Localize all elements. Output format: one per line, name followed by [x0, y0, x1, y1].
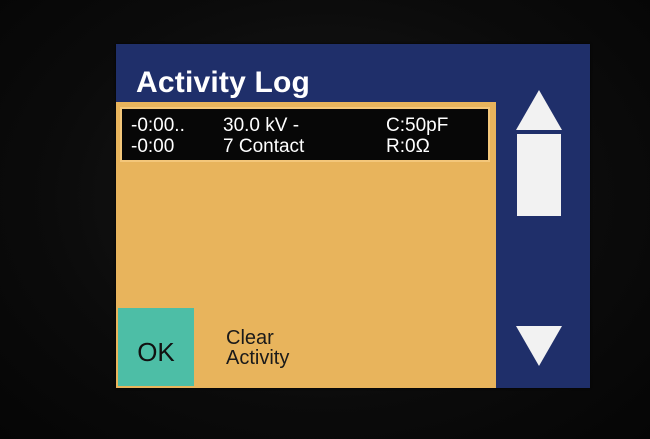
- scroll-down-icon[interactable]: [514, 324, 564, 368]
- log-entry-param-line: C:50pF: [386, 115, 449, 136]
- activity-log-panel: -0:00.. -0:00 30.0 kV - 7 Contact C:50pF…: [116, 102, 496, 388]
- ok-button[interactable]: OK: [118, 308, 194, 386]
- scrollbar[interactable]: [502, 88, 576, 388]
- page-title: Activity Log: [136, 66, 311, 99]
- clear-activity-button[interactable]: Clear Activity: [226, 328, 289, 368]
- log-entry[interactable]: -0:00.. -0:00 30.0 kV - 7 Contact C:50pF…: [120, 107, 490, 162]
- scroll-up-icon[interactable]: [514, 88, 564, 132]
- log-entry-event: 30.0 kV - 7 Contact: [223, 115, 304, 157]
- log-entry-params: C:50pF R:0Ω: [386, 115, 448, 157]
- log-entry-time-line: -0:00..: [131, 115, 185, 136]
- clear-activity-label-line: Clear: [226, 327, 274, 349]
- device-screen: Activity Log -0:00.. -0:00 30.0 kV - 7 C…: [116, 44, 590, 388]
- ok-button-label: OK: [137, 336, 175, 367]
- clear-activity-label-line: Activity: [226, 347, 290, 369]
- log-entry-time-line: -0:00: [131, 136, 175, 157]
- log-entry-event-line: 7 Contact: [223, 136, 305, 157]
- log-entry-event-line: 30.0 kV -: [223, 115, 300, 136]
- log-entry-param-line: R:0Ω: [386, 136, 430, 157]
- scroll-thumb[interactable]: [517, 134, 561, 216]
- log-entry-time: -0:00.. -0:00: [131, 115, 185, 157]
